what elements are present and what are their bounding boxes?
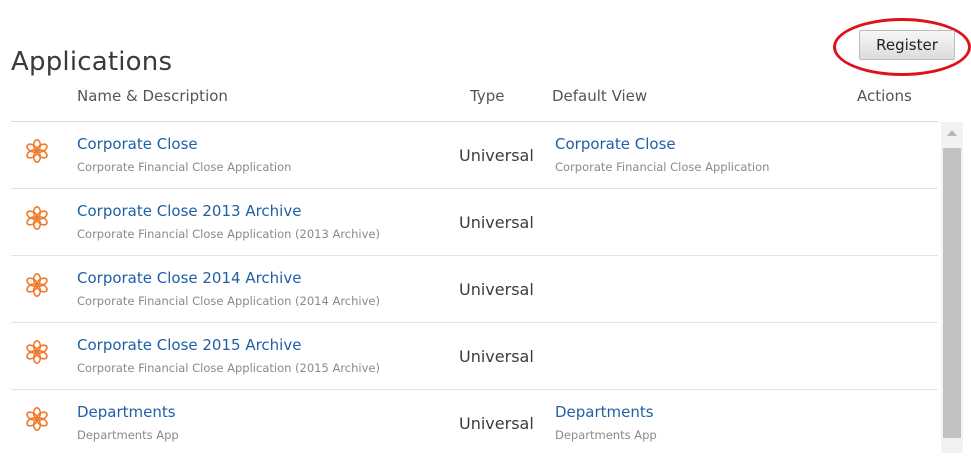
default-view-link[interactable]: Departments	[555, 403, 654, 421]
scroll-up-arrow-icon[interactable]	[947, 130, 957, 136]
vertical-scrollbar[interactable]	[941, 122, 963, 453]
application-flower-icon	[25, 205, 49, 231]
application-type: Universal	[459, 146, 534, 165]
application-description: Departments App	[77, 428, 179, 442]
scroll-thumb[interactable]	[943, 148, 961, 438]
application-name-link[interactable]: Corporate Close 2014 Archive	[77, 269, 301, 287]
register-highlight: Register	[833, 18, 971, 78]
application-flower-icon	[25, 406, 49, 432]
application-flower-icon	[25, 272, 49, 298]
page-title: Applications	[11, 47, 173, 78]
default-view-description: Departments App	[555, 428, 657, 442]
table-row[interactable]: Corporate Close Corporate Financial Clos…	[11, 122, 938, 189]
application-type: Universal	[459, 414, 534, 433]
default-view-description: Corporate Financial Close Application	[555, 160, 770, 174]
application-type: Universal	[459, 280, 534, 299]
column-header-default-view[interactable]: Default View	[552, 87, 647, 105]
application-description: Corporate Financial Close Application	[77, 160, 292, 174]
column-header-name-description[interactable]: Name & Description	[77, 87, 228, 105]
default-view-link[interactable]: Corporate Close	[555, 135, 676, 153]
application-type: Universal	[459, 347, 534, 366]
column-header-actions: Actions	[857, 87, 912, 105]
register-button[interactable]: Register	[859, 30, 955, 60]
table-row[interactable]: Departments Departments App Universal De…	[11, 390, 938, 456]
table-row[interactable]: Corporate Close 2014 Archive Corporate F…	[11, 256, 938, 323]
table-row[interactable]: Corporate Close 2015 Archive Corporate F…	[11, 323, 938, 390]
application-flower-icon	[25, 339, 49, 365]
application-name-link[interactable]: Corporate Close	[77, 135, 198, 153]
application-description: Corporate Financial Close Application (2…	[77, 361, 380, 375]
application-flower-icon	[25, 138, 49, 164]
application-name-link[interactable]: Departments	[77, 403, 176, 421]
table-row[interactable]: Corporate Close 2013 Archive Corporate F…	[11, 189, 938, 256]
application-name-link[interactable]: Corporate Close 2013 Archive	[77, 202, 301, 220]
application-description: Corporate Financial Close Application (2…	[77, 294, 380, 308]
column-header-type[interactable]: Type	[470, 87, 504, 105]
application-name-link[interactable]: Corporate Close 2015 Archive	[77, 336, 301, 354]
application-type: Universal	[459, 213, 534, 232]
applications-table: Corporate Close Corporate Financial Clos…	[11, 122, 938, 456]
application-description: Corporate Financial Close Application (2…	[77, 227, 380, 241]
